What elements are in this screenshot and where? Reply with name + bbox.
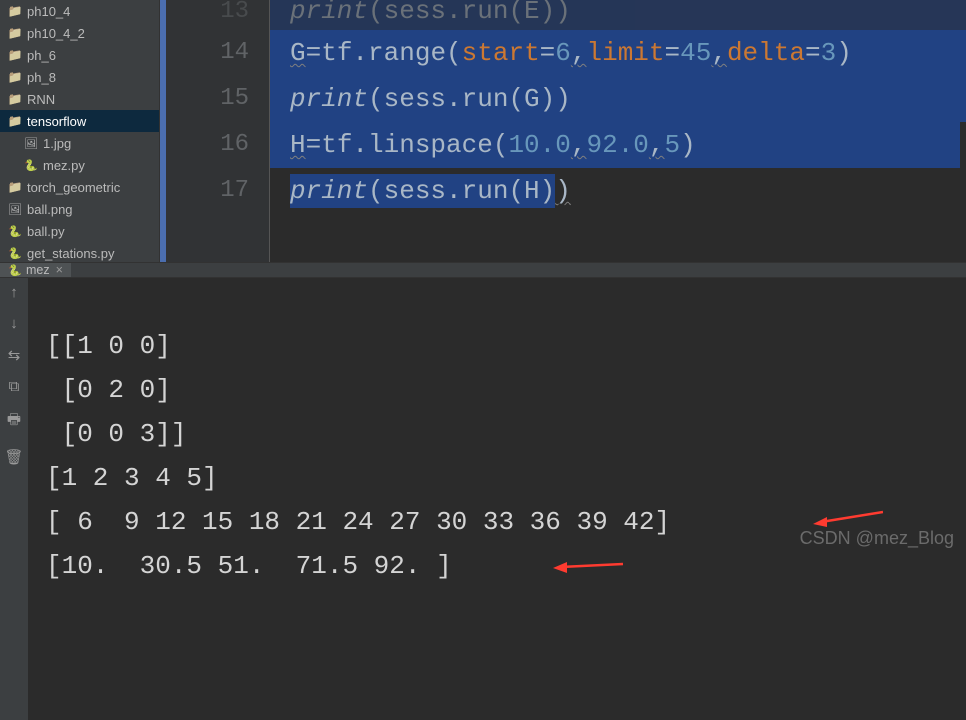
output-line: [0 2 0] [46,375,171,405]
folder-icon [8,48,22,62]
folder-icon [8,114,22,128]
folder-icon [8,70,22,84]
output-line: [0 0 3]] [46,419,186,449]
output-line: [ 6 9 12 15 18 21 24 27 30 33 36 39 42] [46,507,670,537]
arrow-up-icon[interactable]: ↑ [10,284,18,301]
code-line[interactable]: print(sess.run(G)) [270,76,966,122]
close-icon[interactable]: × [56,263,63,277]
run-tab-bar: mez × [0,262,966,278]
tree-item[interactable]: ph10_4 [0,0,159,22]
tree-item[interactable]: ph_8 [0,66,159,88]
folder-icon [8,180,22,194]
code-line[interactable]: H=tf.linspace(10.0,92.0,5) [270,122,966,168]
tree-item[interactable]: 1.jpg [0,132,159,154]
tree-item-selected[interactable]: tensorflow [0,110,159,132]
python-icon [8,263,22,277]
image-icon [24,136,38,150]
code-area[interactable]: print(sess.run(E)) G=tf.range(start=6,li… [270,0,966,262]
code-line[interactable]: G=tf.range(start=6,limit=45,delta=3) [270,30,966,76]
python-icon [8,224,22,238]
tree-item[interactable]: mez.py [0,154,159,176]
folder-icon [8,4,22,18]
tree-item[interactable]: get_stations.py [0,242,159,262]
annotation-arrow-icon [688,454,758,472]
line-number: 16 [160,122,249,168]
arrow-down-icon[interactable]: ↓ [10,315,18,332]
tree-item[interactable]: RNN [0,88,159,110]
run-tab[interactable]: mez × [0,263,71,277]
output-line: [[1 0 0] [46,331,171,361]
tree-item[interactable]: ball.py [0,220,159,242]
tree-item[interactable]: torch_geometric [0,176,159,198]
console-output[interactable]: [[1 0 0] [0 2 0] [0 0 3]] [1 2 3 4 5] [ … [28,278,966,720]
line-number: 14 [160,30,249,76]
python-icon [8,246,22,260]
line-number: 13 [160,0,249,30]
watermark: CSDN @mez_Blog [800,528,954,549]
code-line[interactable]: print(sess.run(H)) [270,168,966,214]
annotation-arrow-icon [428,502,498,520]
output-line: [10. 30.5 51. 71.5 92. ] [46,551,452,581]
output-line: [1 2 3 4 5] [46,463,218,493]
trash-icon[interactable]: 🗑 [4,448,23,466]
project-tree: ph10_4 ph10_4_2 ph_6 ph_8 RNN tensorflow… [0,0,160,262]
line-number: 17 [160,168,249,214]
tab-label: mez [26,263,50,277]
line-number: 15 [160,76,249,122]
print-icon[interactable]: 🖶 [7,409,21,434]
scroll-to-end-icon[interactable]: ⧉ [9,378,20,395]
folder-icon [8,92,22,106]
python-icon [24,158,38,172]
output-toolstrip: ↑ ↓ ⇆ ⧉ 🖶 🗑 [0,278,28,720]
tree-item[interactable]: ph_6 [0,44,159,66]
image-icon [8,202,22,216]
soft-wrap-icon[interactable]: ⇆ [8,346,21,364]
tree-item[interactable]: ph10_4_2 [0,22,159,44]
folder-icon [8,26,22,40]
gutter: 13 14 15 16 17 [160,0,270,262]
code-editor[interactable]: 13 14 15 16 17 print(sess.run(E)) G=tf.r… [160,0,966,262]
tree-item[interactable]: ball.png [0,198,159,220]
